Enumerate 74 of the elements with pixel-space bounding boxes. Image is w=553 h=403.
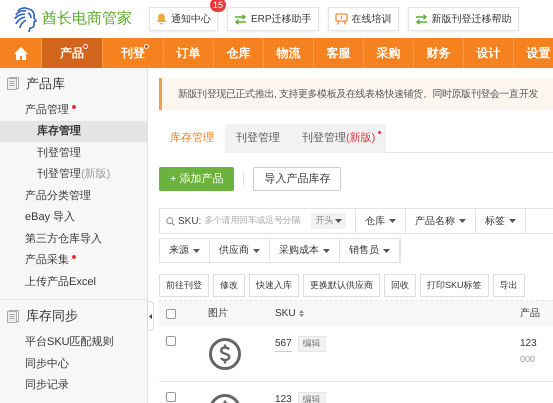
action-button[interactable]: 打印SKU标签 bbox=[420, 274, 489, 297]
sku-link[interactable]: 123 bbox=[275, 392, 292, 403]
nav-tab[interactable]: 产品 bbox=[42, 38, 103, 68]
table-cell-text: 000 bbox=[520, 353, 536, 366]
column-header[interactable]: SKU bbox=[275, 306, 520, 321]
action-button[interactable]: 快速入库 bbox=[249, 274, 299, 297]
action-button[interactable]: 回收 bbox=[384, 274, 416, 297]
tab[interactable]: 刊登管理(新版) bbox=[291, 124, 386, 153]
collapse-handle[interactable] bbox=[147, 301, 154, 331]
sort-icon bbox=[298, 310, 304, 317]
header-button[interactable]: ERP迁移助手 bbox=[227, 7, 319, 31]
row-checkbox[interactable] bbox=[166, 336, 176, 346]
bell-icon bbox=[156, 13, 167, 25]
filter-dropdown[interactable]: 来源 bbox=[160, 239, 210, 262]
caret-icon bbox=[389, 219, 396, 223]
table-cell-text: 123 bbox=[520, 337, 537, 351]
presentation-icon bbox=[334, 13, 348, 25]
filter-dropdown[interactable]: 采购成本 bbox=[270, 239, 340, 262]
sidebar-section-title: 产品库 bbox=[26, 74, 65, 93]
sidebar-item[interactable]: 刊登管理 bbox=[0, 142, 147, 164]
sidebar-item[interactable]: 库存管理 bbox=[0, 120, 147, 142]
version-note: (新版) bbox=[346, 130, 376, 146]
collapse-arrow-icon bbox=[149, 314, 152, 318]
caret-icon bbox=[335, 219, 342, 223]
filter-dropdown[interactable]: 标签 bbox=[476, 209, 526, 233]
app-logo-text: 酋长电商管家 bbox=[42, 8, 132, 29]
action-button[interactable]: 前往刊登 bbox=[159, 274, 209, 297]
row-checkbox[interactable] bbox=[166, 392, 176, 402]
version-note: (新版) bbox=[81, 166, 110, 182]
caret-icon bbox=[193, 248, 200, 252]
filter-dropdown[interactable]: 产品名称 bbox=[406, 209, 476, 233]
filter-dropdown[interactable]: 仓库 bbox=[356, 209, 406, 233]
header-button[interactable]: 通知中心 bbox=[149, 7, 218, 31]
sku-search-field[interactable]: 多个请用回车或逗号分隔 bbox=[204, 214, 308, 228]
select-all-checkbox[interactable] bbox=[166, 308, 176, 318]
action-button[interactable]: 修改 bbox=[213, 274, 245, 297]
filter-dropdown[interactable]: 销售员 bbox=[340, 239, 400, 262]
notification-badge: 15 bbox=[210, 0, 226, 12]
sidebar-item[interactable]: 第三方仓库导入 bbox=[0, 228, 147, 250]
caret-icon bbox=[459, 219, 466, 223]
dollar-coin-icon bbox=[208, 337, 242, 371]
header-button[interactable]: 在线培训 bbox=[328, 7, 399, 31]
sidebar-item[interactable]: 同步中心 bbox=[0, 353, 147, 374]
sidebar-item[interactable]: 刊登管理(新版) bbox=[0, 164, 147, 185]
caret-icon bbox=[509, 219, 516, 223]
edit-button[interactable]: 编辑 bbox=[298, 336, 326, 352]
sidebar-item[interactable]: 上传产品Excel bbox=[0, 271, 147, 292]
search-icon bbox=[166, 216, 175, 226]
swap-arrows-icon bbox=[414, 14, 428, 24]
swap-arrows-icon bbox=[234, 14, 247, 24]
action-button[interactable]: 导出 bbox=[492, 274, 525, 297]
sidebar-item[interactable]: eBay 导入 bbox=[0, 206, 147, 228]
column-header: 图片 bbox=[208, 306, 229, 321]
import-button[interactable]: 导入产品库存 bbox=[253, 167, 342, 191]
column-header: 产品 bbox=[520, 306, 540, 321]
header-button[interactable]: 新版刊登迁移帮助 bbox=[408, 7, 519, 31]
notice-text: 新版刊登现已正式推出, 支持更多模板及在线表格快速铺货。同时原版刊登会一直开发 bbox=[178, 88, 538, 102]
sidebar-item[interactable]: 平台SKU匹配规则 bbox=[0, 332, 147, 353]
filter-dropdown[interactable]: 供应商 bbox=[210, 239, 270, 262]
sidebar-section-title: 库存同步 bbox=[26, 307, 78, 326]
document-icon bbox=[7, 77, 19, 90]
search-label: SKU: bbox=[178, 214, 202, 228]
sidebar-item[interactable]: 产品分类管理 bbox=[0, 185, 147, 206]
document-icon bbox=[7, 310, 19, 322]
sidebar-item[interactable]: 同步记录 bbox=[0, 374, 147, 396]
caret-icon bbox=[383, 248, 390, 252]
tab[interactable]: 刊登管理 bbox=[225, 124, 291, 153]
sidebar-item[interactable]: 产品管理 bbox=[0, 99, 147, 120]
action-button[interactable]: 更换默认供应商 bbox=[303, 274, 380, 297]
home-icon bbox=[14, 46, 28, 60]
caret-icon bbox=[323, 248, 330, 252]
sku-link[interactable]: 567 bbox=[275, 336, 292, 352]
caret-icon bbox=[253, 248, 260, 252]
sidebar-item[interactable]: 产品采集 bbox=[0, 250, 147, 271]
